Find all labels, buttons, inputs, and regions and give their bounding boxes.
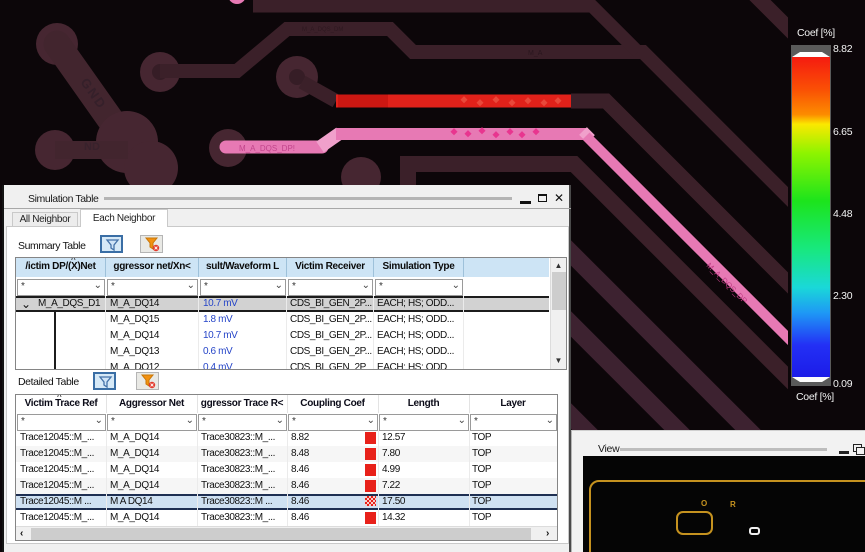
- svg-text:M_A_DQS_DP!: M_A_DQS_DP!: [239, 144, 295, 153]
- svg-text:ND: ND: [84, 141, 100, 153]
- svg-text:M_A_DQS_DM: M_A_DQS_DM: [302, 27, 343, 33]
- svg-text:M_A: M_A: [528, 50, 543, 57]
